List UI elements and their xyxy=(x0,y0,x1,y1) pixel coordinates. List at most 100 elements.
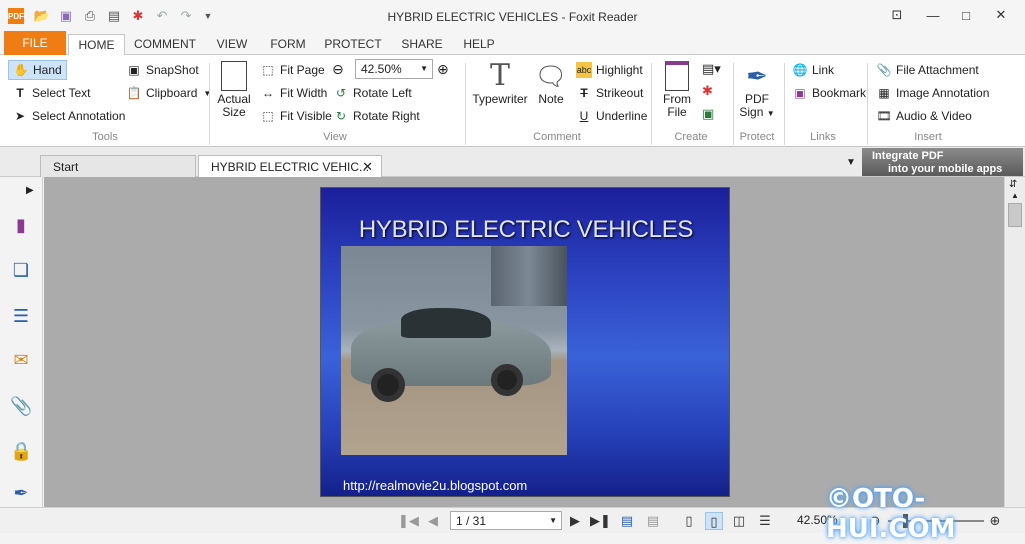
last-page-icon[interactable]: ▶❚ xyxy=(590,512,611,530)
watermark-logo: ©OTO-HUI.COM xyxy=(826,484,956,544)
tab-start[interactable]: Start xyxy=(40,155,196,177)
actual-size-button[interactable]: Actual Size xyxy=(216,61,252,119)
minimize-button[interactable]: — xyxy=(922,6,944,24)
security-lock-icon[interactable]: 🔒 xyxy=(10,440,32,462)
link-button[interactable]: 🌐 Link xyxy=(792,60,835,80)
tab-share[interactable]: SHARE xyxy=(390,34,454,55)
ribbon-home: ✋ Hand T Select Text ➤ Select Annotation ▣ S… xyxy=(0,55,1025,147)
zoom-in-icon[interactable]: ⊕ xyxy=(437,61,449,78)
group-label-tools: Tools xyxy=(92,131,118,143)
select-annotation-button[interactable]: ➤ Select Annotation xyxy=(12,106,125,126)
close-tab-icon[interactable]: ✕ xyxy=(362,156,373,178)
typewriter-button[interactable]: T Typewriter xyxy=(472,59,528,106)
restore-ribbon-icon[interactable]: ⊡ xyxy=(886,6,908,24)
tab-view[interactable]: VIEW xyxy=(204,34,260,55)
tab-file[interactable]: FILE xyxy=(4,31,66,55)
create-new-icon[interactable]: ✱ xyxy=(702,83,713,99)
document-viewport[interactable]: HYBRID ELECTRIC VEHICLES http://realmovi… xyxy=(44,177,1004,507)
rotate-right-button[interactable]: ↻ Rotate Right xyxy=(333,106,420,126)
create-blank-icon[interactable]: ▤▾ xyxy=(702,61,721,77)
page-icon xyxy=(221,61,247,91)
comments-panel-icon[interactable]: ✉ xyxy=(10,349,32,371)
bookmark-icon: ▣ xyxy=(794,86,806,100)
maximize-button[interactable]: □ xyxy=(955,6,977,24)
image-annotation-button[interactable]: ▦ Image Annotation xyxy=(876,83,989,103)
audio-video-button[interactable]: 🎞 Audio & Video xyxy=(876,106,971,126)
group-label-insert: Insert xyxy=(914,131,942,143)
car-windows xyxy=(401,308,491,338)
chevron-down-icon: ▼ xyxy=(549,516,557,525)
previous-view-icon[interactable]: ▤ xyxy=(618,512,636,530)
divider xyxy=(784,63,785,145)
page-number-input[interactable]: 1 / 31 ▼ xyxy=(450,511,562,530)
zoom-select[interactable]: 42.50% ▼ xyxy=(355,59,433,79)
select-text-button[interactable]: T Select Text xyxy=(12,83,90,103)
first-page-icon[interactable]: ❚◀ xyxy=(398,512,419,530)
fit-width-icon: ↔ xyxy=(262,86,274,100)
snapshot-button[interactable]: ▣ SnapShot xyxy=(126,60,198,80)
vertical-scrollbar[interactable]: ⇵ ▲ xyxy=(1004,177,1025,507)
rotate-right-label: Rotate Right xyxy=(353,109,420,123)
hand-icon: ✋ xyxy=(13,63,29,77)
pages-panel-icon[interactable]: ❏ xyxy=(10,259,32,281)
hand-tool-button[interactable]: ✋ Hand xyxy=(8,60,67,80)
group-label-view: View xyxy=(323,131,347,143)
continuous-facing-icon[interactable]: ☰ xyxy=(756,512,774,530)
next-page-icon[interactable]: ▶ xyxy=(566,512,584,530)
create-scanner-icon[interactable]: ▣ xyxy=(702,106,714,122)
text-cursor-icon: T xyxy=(16,86,24,100)
continuous-page-icon[interactable]: ▯ xyxy=(705,512,723,530)
divider xyxy=(209,63,210,145)
fit-visible-label: Fit Visible xyxy=(280,109,332,123)
attachments-panel-icon[interactable]: 📎 xyxy=(10,395,32,417)
pdf-sign-label-row: Sign ▼ xyxy=(738,106,776,120)
building xyxy=(491,246,567,306)
clipboard-icon: 📋 xyxy=(126,86,142,100)
scroll-thumb[interactable] xyxy=(1008,203,1022,227)
rear-wheel xyxy=(491,364,523,396)
typewriter-icon: T xyxy=(489,58,510,93)
signature-panel-icon[interactable]: ✒ xyxy=(10,482,32,504)
split-icon[interactable]: ⇵ xyxy=(1009,179,1017,190)
strikeout-icon: T xyxy=(580,86,588,100)
tab-help[interactable]: HELP xyxy=(454,34,504,55)
fit-page-button[interactable]: ⬚ Fit Page xyxy=(260,60,324,80)
highlight-label: Highlight xyxy=(596,63,643,77)
tab-protect[interactable]: PROTECT xyxy=(316,34,390,55)
tab-form[interactable]: FORM xyxy=(260,34,316,55)
tab-comment[interactable]: COMMENT xyxy=(128,34,202,55)
window-title: HYBRID ELECTRIC VEHICLES - Foxit Reader xyxy=(387,10,638,24)
single-page-icon[interactable]: ▯ xyxy=(680,512,698,530)
note-button[interactable]: 🗨 Note xyxy=(534,59,568,106)
from-file-button[interactable]: From File xyxy=(660,61,694,119)
integrate-pdf-banner[interactable]: Integrate PDF into your mobile apps xyxy=(862,148,1023,176)
pdf-sign-button[interactable]: ✒ PDF Sign ▼ xyxy=(738,59,776,120)
bookmark-button[interactable]: ▣ Bookmark xyxy=(792,83,866,103)
bookmark-panel-icon[interactable]: ▮ xyxy=(10,214,32,236)
front-wheel xyxy=(371,368,405,402)
paperclip-icon: 📎 xyxy=(876,63,892,77)
tab-current-document[interactable]: HYBRID ELECTRIC VEHIC... ✕ xyxy=(198,155,382,177)
rotate-left-button[interactable]: ↺ Rotate Left xyxy=(333,83,412,103)
strikeout-button[interactable]: T Strikeout xyxy=(576,83,643,103)
strikeout-label: Strikeout xyxy=(596,86,644,100)
tab-list-chevron-icon[interactable]: ▼ xyxy=(846,157,856,168)
layers-panel-icon[interactable]: ☰ xyxy=(10,305,32,327)
facing-page-icon[interactable]: ◫ xyxy=(730,512,748,530)
rotate-left-label: Rotate Left xyxy=(353,86,412,100)
expand-panel-icon[interactable]: ▶ xyxy=(26,185,34,196)
close-button[interactable]: ✕ xyxy=(990,6,1012,24)
tab-home[interactable]: HOME xyxy=(68,34,125,56)
next-view-icon[interactable]: ▤ xyxy=(644,512,662,530)
fit-visible-button[interactable]: ⬚ Fit Visible xyxy=(260,106,332,126)
underline-button[interactable]: U Underline xyxy=(576,106,648,126)
tab-current-label: HYBRID ELECTRIC VEHIC... xyxy=(211,160,370,174)
zoom-out-icon[interactable]: ⊖ xyxy=(332,61,344,78)
highlight-button[interactable]: abc Highlight xyxy=(576,60,643,80)
previous-page-icon[interactable]: ◀ xyxy=(424,512,442,530)
fit-page-icon: ⬚ xyxy=(262,63,274,77)
scroll-up-icon[interactable]: ▲ xyxy=(1011,191,1019,200)
file-attachment-button[interactable]: 📎 File Attachment xyxy=(876,60,979,80)
fit-width-button[interactable]: ↔ Fit Width xyxy=(260,83,327,103)
clipboard-button[interactable]: 📋 Clipboard ▼ xyxy=(126,83,212,103)
